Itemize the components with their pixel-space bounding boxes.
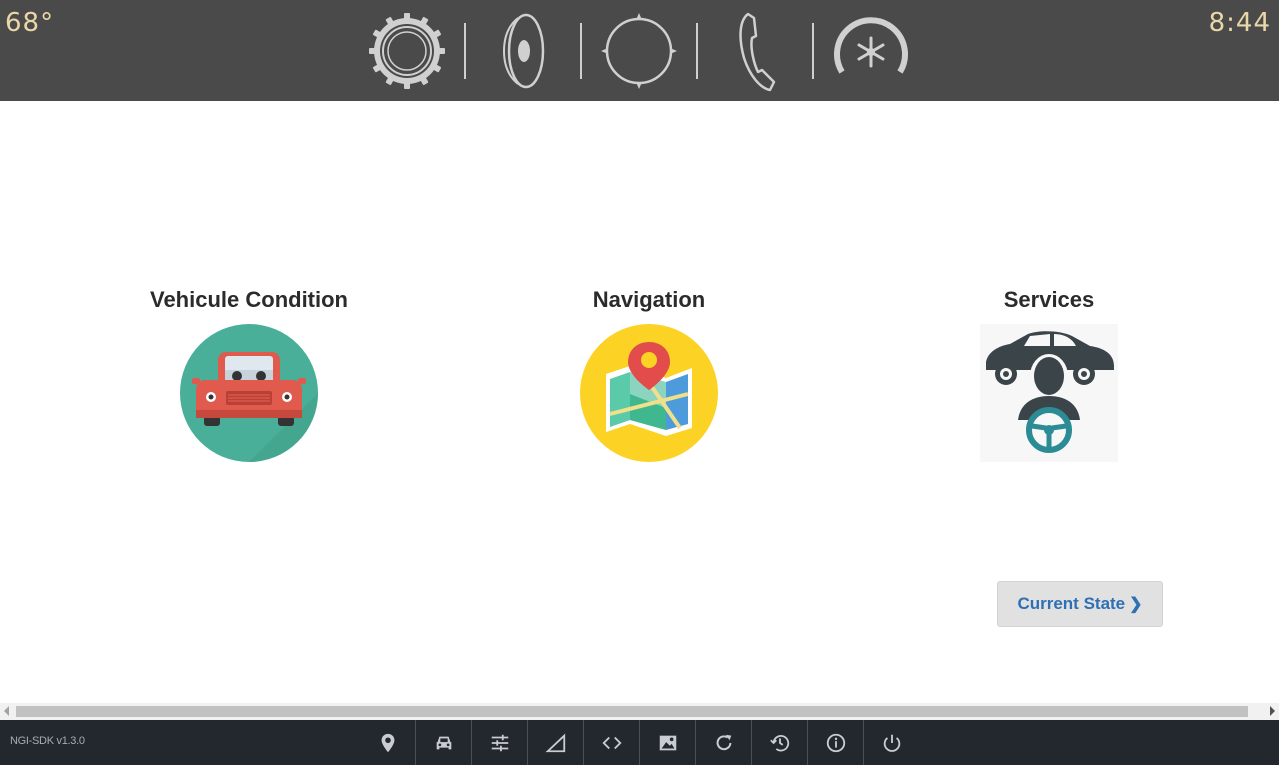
- services-title: Services: [1003, 287, 1095, 312]
- settings-gear-icon[interactable]: [365, 10, 449, 92]
- scroll-left-arrow[interactable]: [4, 706, 9, 716]
- climate-fan-icon[interactable]: [829, 10, 913, 92]
- navigation-tile[interactable]: Navigation: [499, 284, 799, 462]
- history-icon[interactable]: [752, 720, 808, 765]
- scrollbar-thumb[interactable]: [16, 706, 1248, 717]
- signal-triangle-icon[interactable]: [528, 720, 584, 765]
- top-divider: [696, 23, 698, 79]
- info-icon[interactable]: [808, 720, 864, 765]
- car-icon[interactable]: [416, 720, 472, 765]
- vehicle-condition-title: Vehicule Condition: [149, 287, 348, 312]
- current-state-button[interactable]: Current State ❯: [997, 581, 1163, 627]
- vehicle-condition-tile[interactable]: Vehicule Condition: [99, 284, 399, 462]
- top-divider: [464, 23, 466, 79]
- toolbar-buttons: [360, 720, 919, 765]
- code-icon[interactable]: [584, 720, 640, 765]
- audio-speaker-icon[interactable]: [481, 10, 565, 92]
- clock: 8:44: [1208, 8, 1271, 38]
- horizontal-scrollbar[interactable]: [0, 703, 1279, 720]
- location-pin-icon[interactable]: [360, 720, 416, 765]
- top-menu: [365, 10, 913, 92]
- map-pin-icon[interactable]: [580, 324, 718, 462]
- refresh-icon[interactable]: [696, 720, 752, 765]
- scroll-right-arrow[interactable]: [1270, 706, 1275, 716]
- sdk-version: NGI-SDK v1.3.0: [10, 735, 85, 747]
- services-tile[interactable]: Services: [899, 284, 1199, 462]
- top-divider: [812, 23, 814, 79]
- image-icon[interactable]: [640, 720, 696, 765]
- current-state-label: Current State: [1017, 594, 1126, 613]
- power-icon[interactable]: [864, 720, 919, 765]
- navigation-title: Navigation: [592, 287, 706, 312]
- top-status-bar: 68° 8:44: [0, 0, 1279, 101]
- car-front-icon[interactable]: [180, 324, 318, 462]
- chevron-right-icon: ❯: [1129, 596, 1143, 613]
- sliders-icon[interactable]: [472, 720, 528, 765]
- top-divider: [580, 23, 582, 79]
- navigation-compass-icon[interactable]: [597, 10, 681, 92]
- temperature-readout: 68°: [5, 8, 55, 38]
- phone-icon[interactable]: [713, 10, 797, 92]
- bottom-toolbar: NGI-SDK v1.3.0: [0, 720, 1279, 765]
- driver-service-icon[interactable]: [980, 324, 1118, 462]
